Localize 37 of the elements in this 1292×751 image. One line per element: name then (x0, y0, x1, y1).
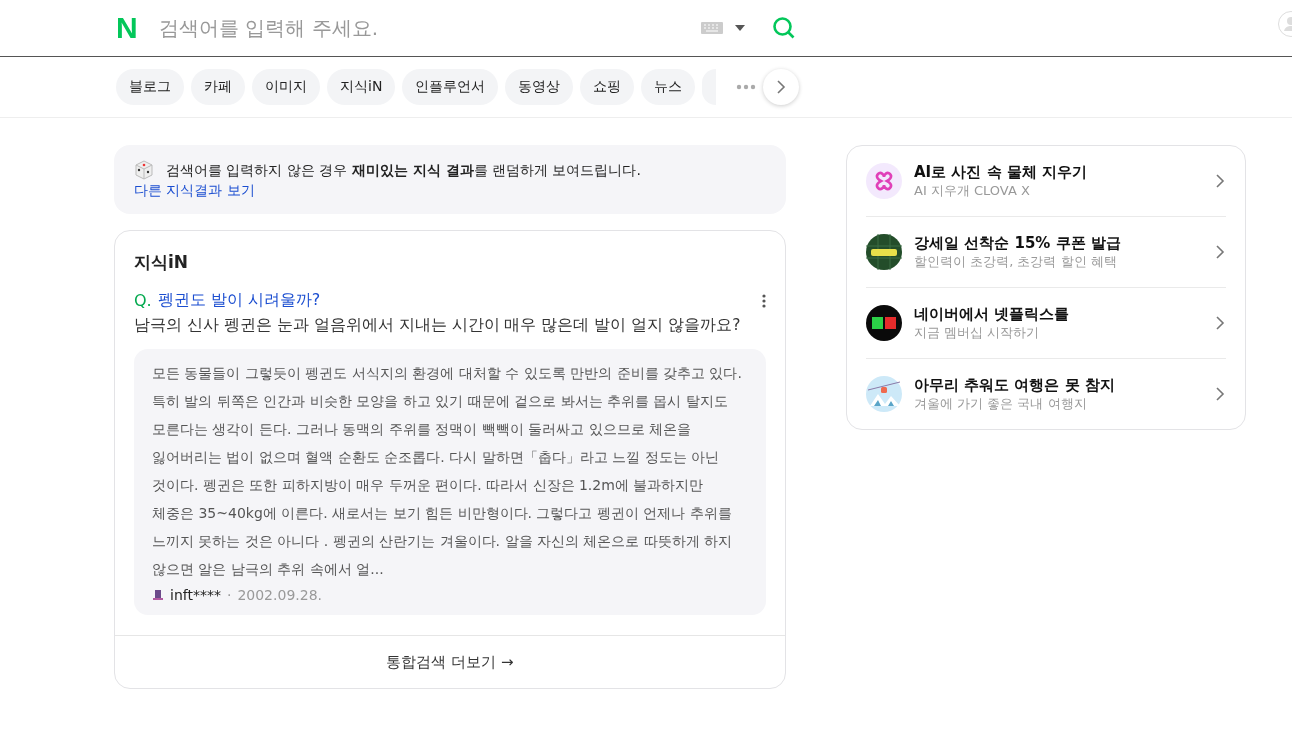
notice-text: 검색어를 입력하지 않은 경우 재미있는 지식 결과를 랜덤하게 보여드립니다. (166, 161, 641, 180)
dice-icon (134, 160, 154, 180)
question-mark-label: Q. (134, 291, 152, 310)
section-title: 지식iN (134, 251, 190, 274)
filter-chip[interactable]: 지식iN (327, 69, 396, 105)
question-detail: 남극의 신사 펭귄은 눈과 얼음위에서 지내는 시간이 매우 많은데 발이 얼지 않을까요? (134, 315, 742, 336)
answer-text: 모든 동물들이 그렇듯이 펭귄도 서식지의 환경에 대처할 수 있도록 만반의 준비를 갖추고 있다. 특히 발의 뒤쪽은 인간과 비슷한 모양을 하고 있기 때문에 겉으로 봐서는 추위를 몹시 탈지도 모른다는 생각이 든다. 그러나 동맥의 주위를 정맥이 빽빽이 둘러싸고 있으므로 체온을 잃어버리는 법이 없으며 혈액 순환도 순조롭다. 다시 말하면「춥다」라고 느낄 정도는 아닌 것이다. 펭귄은 또한 피하지방이 매우 두꺼운 편이다. 따라서 신장은 1.2m에 불과하지만 체중은 35~40kg에 이른다. 새로서는 보기 힘든 비만형이다. 그렇다고 펭귄이 언제나 추위를 느끼지 못하는 것은 아니다 . 펭귄의 산란기는 겨울이다. 알을 자신의 체온으로 따뜻하게 하지 않으면 알은 남극의 추위 속에서 얼... (152, 364, 743, 579)
filter-chip[interactable]: 인플루언서 (402, 69, 499, 105)
filter-chip[interactable]: 쇼핑 (580, 69, 635, 105)
search-button[interactable] (772, 16, 796, 40)
streaming-badge-icon (866, 305, 902, 341)
author-name: inft**** (170, 587, 221, 603)
caret-icon[interactable] (735, 25, 745, 31)
answer-date: 2002.09.28. (237, 587, 322, 603)
other-results-link[interactable]: 다른 지식결과 보기 (134, 182, 255, 198)
promo-title[interactable]: AI로 사진 속 물체 지우기 (914, 162, 1202, 182)
filter-chip[interactable]: 블로그 (116, 69, 184, 105)
filter-chip[interactable]: 동영상 (505, 69, 574, 105)
more-results-button[interactable]: 통합검색 더보기 → (380, 651, 520, 673)
filter-chip[interactable]: 뉴스 (641, 69, 696, 105)
promo-title[interactable]: 아무리 추워도 여행은 못 참지 (914, 375, 1202, 395)
flower-icon (866, 163, 902, 199)
cable-car-icon (866, 376, 902, 412)
kebab-menu-icon[interactable] (762, 293, 766, 308)
more-icon[interactable] (736, 84, 757, 90)
promo-subtitle: 겨울에 가기 좋은 국내 여행지 (914, 394, 1088, 413)
promo-title[interactable]: 강세일 선착순 15% 쿠폰 발급 (914, 233, 1202, 253)
promo-subtitle: 할인력이 초강력, 초강력 할인 혜택 (914, 252, 1118, 271)
promo-title[interactable]: 네이버에서 넷플릭스를 (914, 304, 1202, 324)
hat-icon (152, 589, 164, 601)
separator-dot: · (226, 587, 232, 603)
filter-chip[interactable]: 카페 (191, 69, 245, 105)
filter-chip[interactable]: 이미지 (252, 69, 320, 105)
sale-badge-icon (866, 234, 902, 270)
promo-subtitle: 지금 멤버십 시작하기 (914, 323, 1041, 342)
promo-subtitle: AI 지우개 CLOVA X (914, 181, 1031, 200)
question-link[interactable]: 펭귄도 발이 시려울까? (157, 290, 321, 311)
